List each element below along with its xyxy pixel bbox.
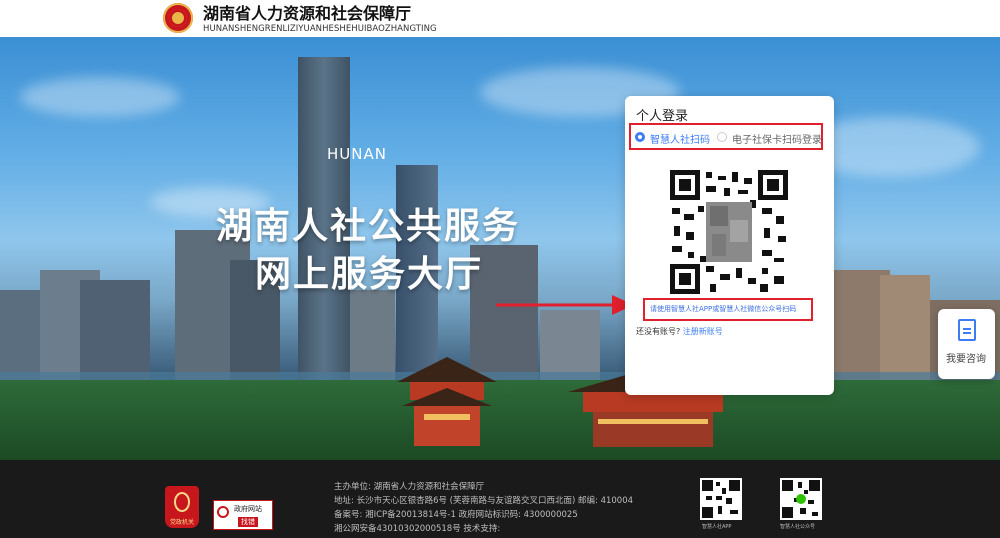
site-header: 湖南省人力资源和社会保障厅 HUNANSHENGRENLIZIYUANHESHE… (0, 0, 1000, 37)
tab-ecard-scan[interactable]: 电子社保卡扫码登录 (732, 131, 822, 146)
consult-button[interactable]: 我要咨询 (938, 309, 995, 379)
hero-title-line2: 网上服务大厅 (255, 254, 484, 295)
consult-label: 我要咨询 (946, 354, 986, 365)
emblem-logo[interactable] (163, 3, 193, 33)
party-gov-badge[interactable]: 党政机关 (165, 486, 199, 528)
footer-police[interactable]: 湘公网安备43010302000518号 技术支持: (334, 524, 500, 535)
login-qr-code (670, 170, 788, 294)
app-qr-code (700, 478, 742, 520)
radio-smart-scan[interactable] (635, 132, 645, 142)
no-account-row: 还没有账号? 注册新账号 (636, 326, 723, 337)
login-title: 个人登录 (636, 109, 689, 124)
red-arrow-annotation (496, 295, 634, 315)
site-footer: 党政机关 政府网站 找错 主办单位: 湖南省人力资源和社会保障厅 地址: 长沙市… (0, 460, 1000, 538)
find-error-label: 找错 (238, 517, 258, 527)
pavilion-illustration (397, 357, 497, 446)
footer-address: 地址: 长沙市天心区银杏路6号 (芙蓉南路与友谊路交叉口西北面) 邮编: 410… (334, 496, 634, 506)
login-panel: 个人登录 智慧人社扫码 电子社保卡扫码登录 请使用智慧人社APP或智慧人社微信公… (625, 96, 834, 395)
radio-ecard-scan[interactable] (717, 132, 727, 142)
site-title[interactable]: 湖南省人力资源和社会保障厅 (203, 5, 411, 23)
app-qr-label: 智慧人社APP (702, 524, 732, 530)
footer-sponsor: 主办单位: 湖南省人力资源和社会保障厅 (334, 482, 485, 492)
register-link[interactable]: 注册新账号 (683, 327, 723, 336)
qr-hint-text: 请使用智慧人社APP或智慧人社微信公众号扫码 (650, 305, 797, 313)
gov-site-error-badge[interactable]: 政府网站 找错 (213, 500, 273, 530)
hero-kicker: HUNAN (327, 145, 387, 163)
wechat-qr-label: 智慧人社公众号 (780, 524, 816, 530)
hero-title-line1: 湖南人社公共服务 (216, 206, 521, 247)
site-subtitle: HUNANSHENGRENLIZIYUANHESHEHUIBAOZHANGTIN… (203, 24, 437, 34)
wechat-qr-code (780, 478, 822, 520)
login-method-tabs: 智慧人社扫码 电子社保卡扫码登录 (629, 123, 823, 150)
document-icon (958, 319, 976, 341)
party-gov-badge-label: 党政机关 (169, 519, 194, 526)
no-account-text: 还没有账号? (636, 327, 681, 336)
hero-banner: HUNAN 湖南人社公共服务 网上服务大厅 (0, 37, 1000, 460)
footer-icp[interactable]: 备案号: 湘ICP备20013814号-1 政府网站标识码: 430000002… (334, 510, 578, 521)
gov-site-label: 政府网站 (234, 505, 262, 513)
magnifier-icon (217, 506, 229, 518)
qr-hint-box: 请使用智慧人社APP或智慧人社微信公众号扫码 (643, 298, 813, 321)
tab-smart-scan[interactable]: 智慧人社扫码 (650, 131, 710, 146)
